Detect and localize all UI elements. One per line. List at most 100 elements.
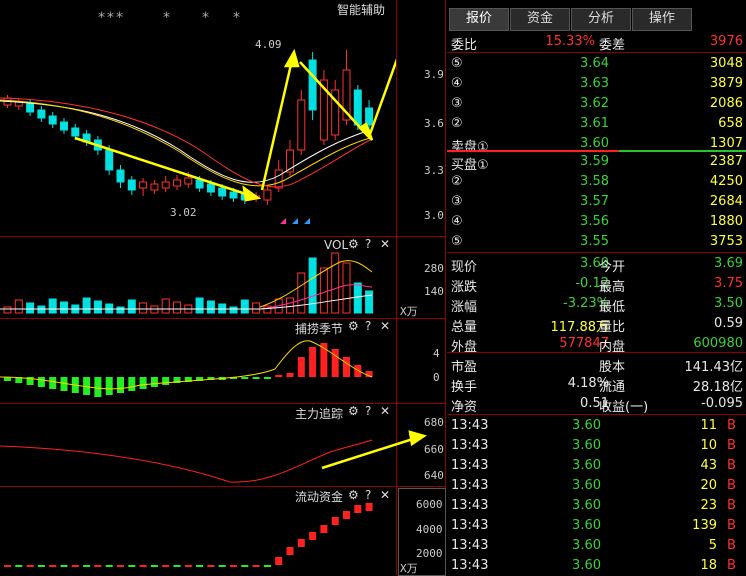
tick-time: 13:43 [451, 458, 489, 473]
tick-volume: 10 [700, 438, 717, 453]
ask-price: 3.60 [580, 136, 609, 151]
tick-time: 13:43 [451, 518, 489, 533]
ask-row[interactable]: ② 3.61 658 [447, 114, 746, 134]
ask-price: 3.63 [580, 76, 609, 91]
tick-time: 13:43 [451, 498, 489, 513]
y-label: 640 [424, 469, 444, 482]
ask-row[interactable]: ③ 3.62 2086 [447, 94, 746, 114]
stat-row[interactable]: 现价 3.60 今开 3.69 [447, 254, 746, 275]
y-label: 4 [433, 347, 440, 360]
volume-chart [0, 252, 374, 314]
stat-row[interactable]: 换手 4.18% 流通 28.18亿 [447, 374, 746, 395]
tick-side: B [727, 558, 736, 573]
tick-row[interactable]: 13:43 3.60 10 B [447, 436, 746, 456]
tick-row[interactable]: 13:43 3.60 11 B [447, 416, 746, 436]
candlestick-chart[interactable]: 4.09 3.02 [0, 0, 396, 236]
y-label: 140 [424, 285, 444, 298]
ask-level: ② [451, 116, 463, 131]
stat-label: 量比 [599, 320, 626, 335]
ask-volume: 1307 [709, 136, 743, 151]
ask-price: 3.61 [580, 116, 609, 131]
bid-price: 3.57 [580, 194, 609, 209]
tick-side: B [727, 518, 736, 533]
stat-label: 最高 [599, 280, 626, 295]
bid-level: ④ [451, 214, 463, 229]
y-label: 660 [424, 443, 444, 456]
tick-row[interactable]: 13:43 3.60 18 B [447, 556, 746, 576]
stat-row[interactable]: 净资 0.51 收益(一) -0.095 [447, 394, 746, 415]
stat-value: 141.43亿 [684, 360, 744, 375]
bid-volume: 4250 [709, 174, 743, 189]
tick-volume: 23 [700, 498, 717, 513]
tick-volume: 5 [708, 538, 717, 553]
tick-price: 3.60 [572, 558, 601, 573]
bid-level: 买盘① [451, 158, 489, 173]
tick-side: B [727, 478, 736, 493]
tick-row[interactable]: 13:43 3.60 20 B [447, 476, 746, 496]
y-label: 280 [424, 262, 444, 275]
stat-label: 现价 [451, 260, 478, 275]
tick-price: 3.60 [572, 438, 601, 453]
stat-value: 0.51 [580, 396, 609, 411]
tick-time: 13:43 [451, 438, 489, 453]
main-force-chart [0, 430, 427, 483]
chart-area[interactable]: *** * * * 智能辅助 4.09 3.02 3.9 3.6 3.3 3.0 VO… [0, 0, 446, 576]
bid-price: 3.59 [580, 154, 609, 169]
stat-value: -0.12 [575, 276, 609, 291]
tab-quote[interactable]: 报价 [449, 8, 509, 31]
tick-row[interactable]: 13:43 3.60 5 B [447, 536, 746, 556]
stat-row[interactable]: 涨跌 -0.12 最高 3.75 [447, 274, 746, 295]
divider [447, 52, 746, 53]
bid-level: ③ [451, 194, 463, 209]
stat-label: 涨幅 [451, 300, 478, 315]
ask-level: ⑤ [451, 56, 463, 71]
tick-row[interactable]: 13:43 3.60 139 B [447, 516, 746, 536]
bid-volume: 2387 [709, 154, 743, 169]
tick-price: 3.60 [572, 478, 601, 493]
stat-value: 3.69 [714, 256, 743, 271]
divider [447, 414, 746, 415]
ask-level: ④ [451, 76, 463, 91]
stat-row[interactable]: 总量 117.88万 量比 0.59 [447, 314, 746, 335]
tick-price: 3.60 [572, 458, 601, 473]
tab-funds[interactable]: 资金 [510, 8, 570, 31]
stat-row[interactable]: 涨幅 -3.23% 最低 3.50 [447, 294, 746, 315]
stat-row[interactable]: 市盈 - 股本 141.43亿 [447, 354, 746, 375]
tick-volume: 43 [700, 458, 717, 473]
unit-label: X万 [400, 562, 418, 575]
bid-row[interactable]: ④ 3.56 1880 [447, 212, 746, 232]
stat-value: 4.18% [567, 376, 609, 391]
tick-row[interactable]: 13:43 3.60 23 B [447, 496, 746, 516]
tick-volume: 11 [700, 418, 717, 433]
y-label: 0 [433, 371, 440, 384]
ask-row[interactable]: ④ 3.63 3879 [447, 74, 746, 94]
tick-side: B [727, 418, 736, 433]
ask-row[interactable]: ⑤ 3.64 3048 [447, 54, 746, 74]
stat-value: 3.50 [714, 296, 743, 311]
stat-label: 涨跌 [451, 280, 478, 295]
tick-time: 13:43 [451, 538, 489, 553]
y-label: 3.6 [424, 117, 444, 130]
stat-value: -0.095 [701, 396, 743, 411]
stat-label: 今开 [599, 260, 626, 275]
low-marker: 3.02 [170, 206, 197, 219]
tick-price: 3.60 [572, 418, 601, 433]
bid-row[interactable]: 买盘① 3.59 2387 [447, 152, 746, 173]
bid-row[interactable]: ⑤ 3.55 3753 [447, 232, 746, 252]
ask-level: ③ [451, 96, 463, 111]
tick-row[interactable]: 13:43 3.60 43 B [447, 456, 746, 476]
tick-time: 13:43 [451, 418, 489, 433]
stat-row[interactable]: 外盘 577847 内盘 600980 [447, 334, 746, 355]
stat-label: 总量 [451, 320, 478, 335]
stat-label: 市盈 [451, 360, 478, 375]
bid-row[interactable]: ③ 3.57 2684 [447, 192, 746, 212]
tab-analysis[interactable]: 分析 [571, 8, 631, 31]
bid-price: 3.55 [580, 234, 609, 249]
tick-time: 13:43 [451, 478, 489, 493]
ask-volume: 3879 [709, 76, 743, 91]
stat-label: 换手 [451, 380, 478, 395]
stat-value: 577847 [559, 336, 609, 351]
capital-flow-chart [4, 503, 373, 567]
tab-operation[interactable]: 操作 [632, 8, 692, 31]
bid-row[interactable]: ② 3.58 4250 [447, 172, 746, 192]
